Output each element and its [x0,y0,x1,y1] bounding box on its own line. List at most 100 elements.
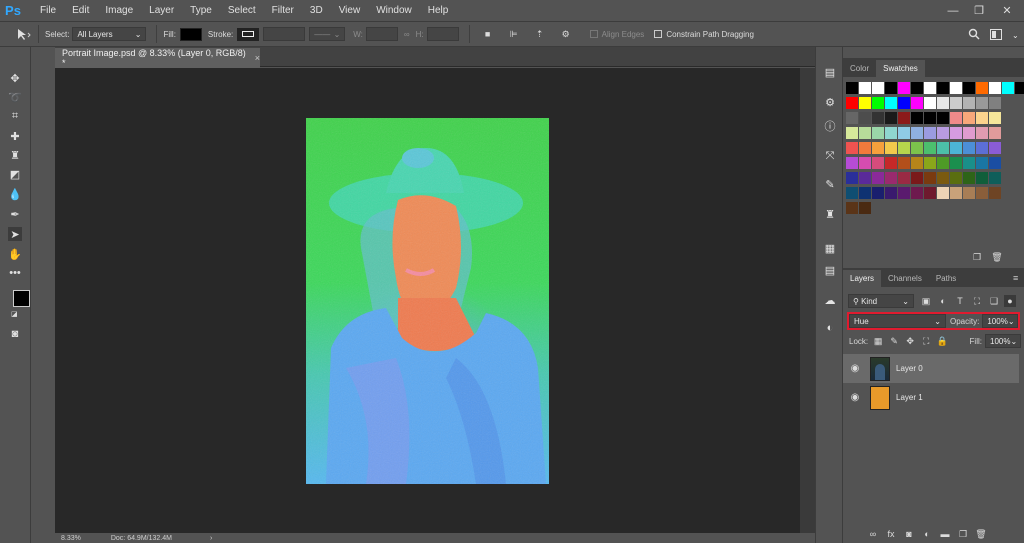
swatch-cell[interactable] [846,112,858,124]
more-tools-icon[interactable]: ••• [8,266,22,280]
swatch-cell[interactable] [950,112,962,124]
swatch-cell[interactable] [859,97,871,109]
portrait-image[interactable] [306,118,549,484]
gear-icon[interactable]: ⚙ [560,28,572,40]
status-menu-icon[interactable]: › [210,535,212,542]
healing-brush-icon[interactable]: ✚ [8,129,22,143]
swatch-cell[interactable] [976,127,988,139]
swatch-cell[interactable] [846,127,858,139]
swatch-cell[interactable] [950,172,962,184]
swatch-cell[interactable] [885,157,897,169]
swatch-cell[interactable] [950,97,962,109]
swatch-cell[interactable] [976,187,988,199]
swatch-cell[interactable] [963,157,975,169]
menu-view[interactable]: View [331,0,369,21]
minimize-button[interactable]: — [940,0,966,21]
swatch-cell[interactable] [872,142,884,154]
panel-menu-icon[interactable]: ≡ [1013,273,1018,283]
swatch-cell[interactable] [911,187,923,199]
swatch-cell[interactable] [898,82,910,94]
swatch-cell[interactable] [885,142,897,154]
move-tool-icon[interactable]: ✥ [8,71,22,85]
constrain-checkbox[interactable] [654,30,663,38]
add-mask-icon[interactable]: ◙ [903,528,915,540]
swatch-cell[interactable] [937,112,949,124]
menu-window[interactable]: Window [368,0,420,21]
eraser-icon[interactable]: ◩ [8,167,22,181]
swatch-cell[interactable] [885,127,897,139]
styles-panel-icon[interactable]: ▤ [823,263,837,277]
adjustment-layer-icon[interactable]: ◐ [921,528,933,540]
swatch-cell[interactable] [846,187,858,199]
swatch-cell[interactable] [911,142,923,154]
swatch-cell[interactable] [924,187,936,199]
trash-icon[interactable]: 🗑 [991,251,1003,263]
tab-paths[interactable]: Paths [929,270,963,287]
swatch-cell[interactable] [937,127,949,139]
quick-mask-icon[interactable]: ◙ [8,327,22,341]
tab-channels[interactable]: Channels [881,270,929,287]
foreground-color-swatch[interactable] [13,290,30,307]
swatch-cell[interactable] [885,187,897,199]
filter-toggle-icon[interactable]: ● [1004,295,1016,307]
swatch-cell[interactable] [976,82,988,94]
swatch-cell[interactable] [963,172,975,184]
stroke-type-dropdown[interactable]: —— ⌄ [309,27,346,41]
align-edges-checkbox[interactable] [589,30,598,38]
swatch-cell[interactable] [989,142,1001,154]
swatch-cell[interactable] [937,157,949,169]
restore-button[interactable]: ❐ [966,0,992,21]
swatch-cell[interactable] [911,97,923,109]
menu-select[interactable]: Select [220,0,264,21]
swatch-cell[interactable] [937,172,949,184]
swatch-cell[interactable] [872,82,884,94]
swatch-cell[interactable] [859,82,871,94]
tool-preset-picker[interactable] [14,21,32,47]
swatch-cell[interactable] [872,187,884,199]
character-panel-icon[interactable]: ⤧ [823,149,837,163]
swatch-cell[interactable] [937,142,949,154]
swatch-cell[interactable] [885,112,897,124]
brush-panel-icon[interactable]: ✎ [823,177,837,191]
zoom-level[interactable]: 8.33% [61,535,81,542]
visibility-eye-icon[interactable]: ◉ [846,392,864,403]
pen-tool-icon[interactable]: ✒ [8,207,22,221]
swatch-cell[interactable] [859,157,871,169]
swatch-cell[interactable] [1002,82,1014,94]
height-field[interactable] [426,27,459,41]
history-panel-icon[interactable]: ▤ [823,65,837,79]
lock-transparent-icon[interactable]: ▦ [872,335,884,347]
fx-icon[interactable]: fx [885,528,897,540]
swatch-cell[interactable] [846,82,858,94]
workspace-icon[interactable] [990,21,1002,47]
swatch-cell[interactable] [885,172,897,184]
stroke-width-field[interactable] [263,27,306,41]
swatch-cell[interactable] [846,97,858,109]
swatch-cell[interactable] [963,127,975,139]
menu-3d[interactable]: 3D [302,0,331,21]
link-icon[interactable]: ∞ [404,30,410,39]
swatch-cell[interactable] [885,97,897,109]
swatch-cell[interactable] [976,172,988,184]
blur-tool-icon[interactable]: 💧 [8,187,22,201]
fill-swatch[interactable] [179,27,202,41]
swatch-cell[interactable] [976,112,988,124]
visibility-eye-icon[interactable]: ◉ [846,363,864,374]
menu-image[interactable]: Image [97,0,141,21]
path-selection-tool-icon[interactable]: ➤ [8,227,22,241]
swatch-cell[interactable] [989,97,1001,109]
menu-type[interactable]: Type [182,0,220,21]
swatch-cell[interactable] [924,157,936,169]
swatch-cell[interactable] [872,172,884,184]
menu-layer[interactable]: Layer [141,0,182,21]
actions-panel-icon[interactable]: ▦ [823,241,837,255]
tab-swatches[interactable]: Swatches [876,60,925,77]
new-swatch-icon[interactable]: ❐ [971,251,983,263]
swatch-cell[interactable] [898,142,910,154]
swatch-cell[interactable] [911,172,923,184]
lock-all-icon[interactable]: 🔒 [936,335,948,347]
swatch-cell[interactable] [846,172,858,184]
swatch-cell[interactable] [898,112,910,124]
filter-shape-icon[interactable]: ⛶ [971,295,983,307]
tab-layers[interactable]: Layers [843,270,882,287]
